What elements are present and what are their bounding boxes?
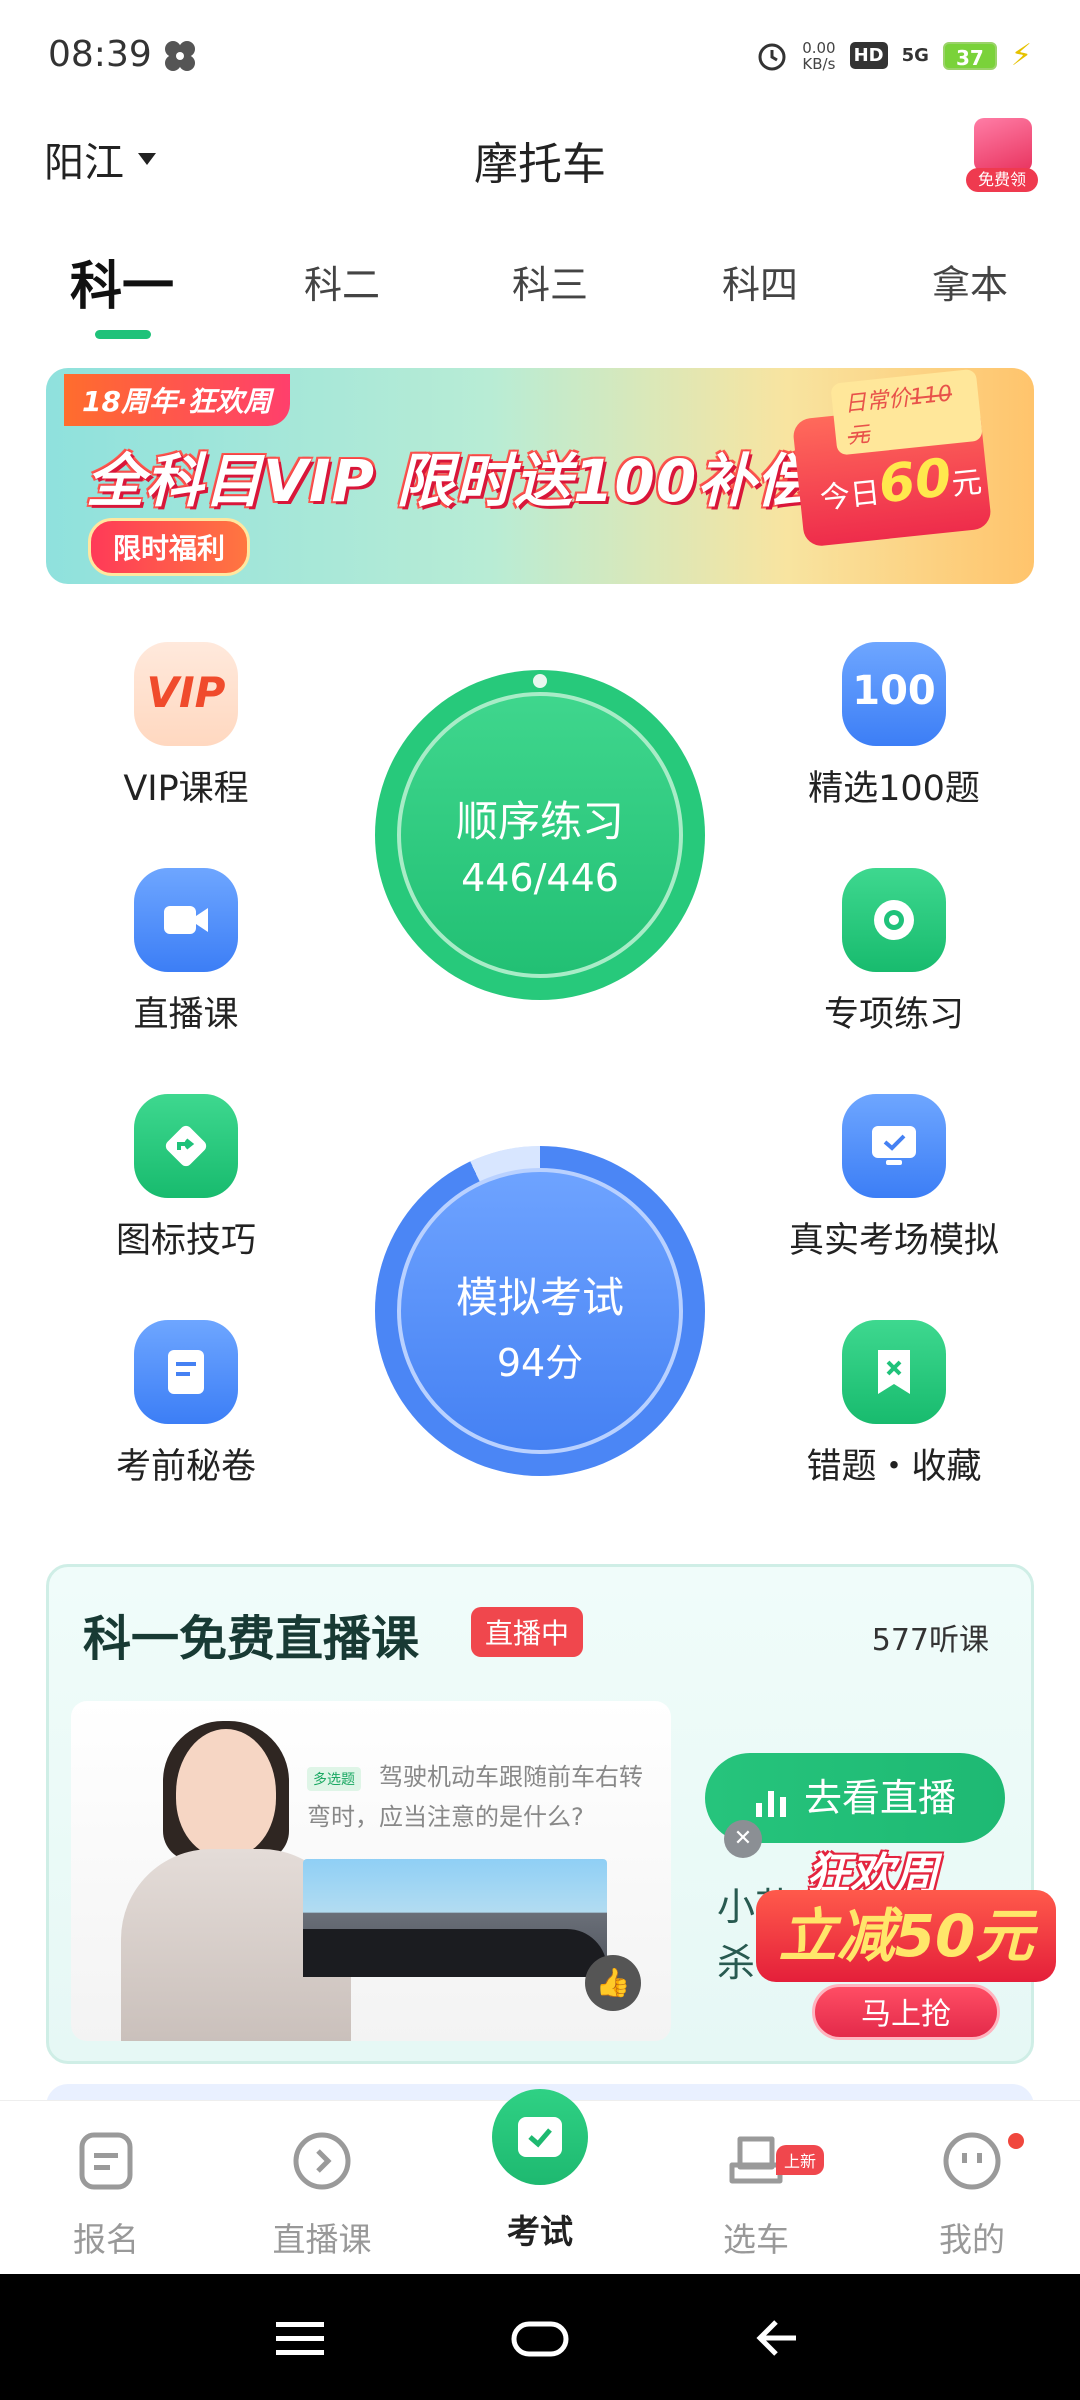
- today-price: 今日60元: [818, 448, 984, 517]
- target-icon: [842, 868, 946, 972]
- bookmark-x-icon: [842, 1320, 946, 1424]
- tab-subject-1[interactable]: 科一: [42, 244, 202, 319]
- live-status-badge: 直播中: [471, 1607, 584, 1657]
- mistakes-favorites-button[interactable]: 错题・收藏: [774, 1320, 1014, 1489]
- notification-dot: [1008, 2133, 1024, 2149]
- status-bar: 08:39 0.00 KB/s HD 5G 37 ⚡: [0, 0, 1080, 110]
- tab-get-license[interactable]: 拿本: [890, 254, 1050, 309]
- selected-100-button[interactable]: 100 精选100题: [774, 642, 1014, 811]
- real-exam-button[interactable]: 真实考场模拟: [774, 1094, 1014, 1263]
- old-price: 日常价110元: [830, 368, 983, 456]
- vip-icon: VIP: [134, 642, 238, 746]
- floating-promo[interactable]: ✕ 狂欢周 立减50元 马上抢: [724, 1820, 1056, 2050]
- network-speed: 0.00 KB/s: [802, 38, 836, 73]
- price-card: 日常价110元 今日60元: [791, 368, 993, 548]
- special-practice-label: 专项练习: [823, 995, 964, 1035]
- back-icon[interactable]: [740, 2310, 820, 2366]
- secret-paper-label: 考前秘卷: [115, 1447, 256, 1487]
- form-icon: [74, 2129, 138, 2193]
- play-circle-icon: [290, 2129, 354, 2193]
- system-nav-bar: [0, 2274, 1080, 2400]
- vip-course-button[interactable]: VIP VIP课程: [66, 642, 306, 811]
- listener-count: 577听课: [871, 1623, 989, 1658]
- alarm-icon: [758, 43, 786, 70]
- live-thumbnail[interactable]: 驾驶机动车跟随前车右转弯时，应当注意的是什么? 多选题 👍: [71, 1701, 671, 2041]
- nav-choose-car[interactable]: 上新 选车: [666, 2119, 846, 2261]
- hundred-icon: 100: [842, 642, 946, 746]
- bottom-nav: 报名 直播课 考试 上新 选车 我的: [0, 2089, 1080, 2274]
- mock-exam-label: 模拟考试: [455, 1273, 624, 1322]
- watch-live-label: 去看直播: [803, 1776, 956, 1820]
- menu-icon[interactable]: [260, 2310, 340, 2366]
- progress-knob: [533, 674, 547, 688]
- driving-scene-image: [303, 1859, 607, 1977]
- sign-tips-label: 图标技巧: [115, 1221, 256, 1261]
- mistakes-favorites-label: 错题・收藏: [806, 1447, 982, 1487]
- nav-mine[interactable]: 我的: [882, 2119, 1062, 2261]
- practice-progress: 446/446: [461, 856, 619, 900]
- mock-exam-button[interactable]: 模拟考试 94分: [375, 1146, 705, 1476]
- status-time: 08:39: [48, 34, 152, 75]
- sequential-practice-inner: 顺序练习 446/446: [397, 692, 683, 978]
- battery-icon: 37: [942, 41, 997, 70]
- tab-subject-4[interactable]: 科四: [680, 254, 840, 309]
- nav-register[interactable]: 报名: [16, 2119, 196, 2261]
- nav-live[interactable]: 直播课: [232, 2119, 412, 2261]
- grab-now-button[interactable]: 马上抢: [812, 1984, 1000, 2040]
- face-icon: [940, 2129, 1004, 2193]
- real-exam-label: 真实考场模拟: [788, 1221, 999, 1261]
- charging-icon: ⚡: [1010, 38, 1032, 73]
- thumbs-up-icon[interactable]: 👍: [585, 1955, 641, 2011]
- tab-subject-2[interactable]: 科二: [262, 254, 422, 309]
- monitor-check-icon: [842, 1094, 946, 1198]
- anniversary-label: 18周年·狂欢周: [64, 374, 290, 426]
- document-icon: [134, 1320, 238, 1424]
- live-course-button[interactable]: 直播课: [66, 868, 306, 1037]
- close-icon[interactable]: ✕: [724, 1820, 762, 1858]
- app-header: 阳江 摩托车 免费领: [0, 110, 1080, 206]
- question-type-tag: 多选题: [307, 1767, 361, 1791]
- promo-discount: 立减50元: [756, 1890, 1056, 1982]
- mock-exam-inner: 模拟考试 94分: [397, 1168, 683, 1454]
- tab-subject-3[interactable]: 科三: [470, 254, 630, 309]
- special-practice-button[interactable]: 专项练习: [774, 868, 1014, 1037]
- hd-icon: HD: [849, 42, 888, 69]
- road-sign-icon: [134, 1094, 238, 1198]
- nav-exam[interactable]: 考试: [450, 2089, 630, 2253]
- home-icon[interactable]: [500, 2310, 580, 2366]
- tab-indicator: [95, 330, 151, 339]
- sign-tips-button[interactable]: 图标技巧: [66, 1094, 306, 1263]
- audio-bars-icon: [755, 1790, 786, 1817]
- live-card-title: 科一免费直播课: [83, 1611, 420, 1667]
- gift-box-icon: [974, 118, 1032, 172]
- promo-banner[interactable]: 18周年·狂欢周 全科目VIP 限时送100补偿金 限时福利 日常价110元 今…: [46, 368, 1034, 584]
- vip-course-label: VIP课程: [123, 769, 249, 809]
- mock-exam-score: 94分: [496, 1341, 584, 1385]
- exam-calendar-icon: [492, 2089, 588, 2185]
- sequential-practice-button[interactable]: 顺序练习 446/446: [375, 670, 705, 1000]
- live-course-label: 直播课: [133, 995, 239, 1035]
- fan-icon: [165, 41, 195, 71]
- page-title: 摩托车: [474, 139, 606, 190]
- gift-label: 免费领: [966, 168, 1038, 192]
- limited-benefit-label: 限时福利: [88, 518, 251, 576]
- new-tag: 上新: [776, 2145, 825, 2175]
- banner-headline: 全科目VIP 限时送100补偿金: [86, 447, 875, 515]
- secret-paper-button[interactable]: 考前秘卷: [66, 1320, 306, 1489]
- sequential-practice-label: 顺序练习: [455, 797, 624, 846]
- subject-tabs: 科一 科二 科三 科四 拿本: [0, 240, 1080, 340]
- gift-button[interactable]: 免费领: [966, 118, 1038, 194]
- video-camera-icon: [134, 868, 238, 972]
- selected-100-label: 精选100题: [808, 769, 980, 809]
- signal-icon: 5G: [901, 45, 929, 66]
